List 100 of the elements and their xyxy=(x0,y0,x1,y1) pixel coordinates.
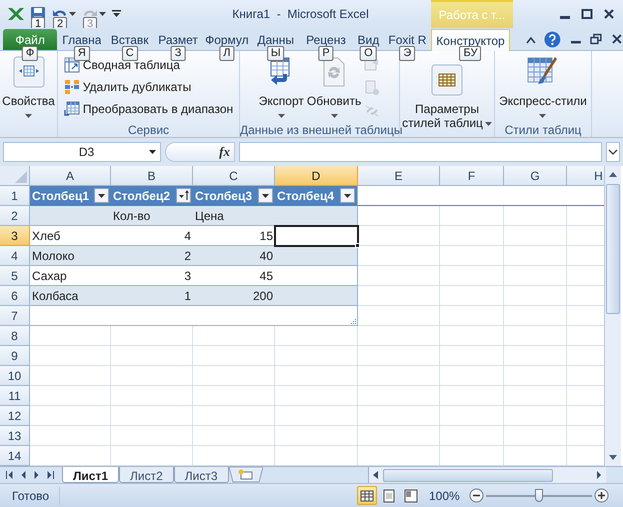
row-header[interactable]: 8 xyxy=(0,326,30,346)
keytip-tooltip: Э xyxy=(399,46,416,61)
column-header[interactable]: C xyxy=(193,166,275,186)
row-header[interactable]: 6 xyxy=(0,286,30,306)
row-header[interactable]: 4 xyxy=(0,246,30,266)
table-cell[interactable] xyxy=(275,306,358,326)
row-header[interactable]: 11 xyxy=(0,386,30,406)
pivot-table-icon xyxy=(64,56,80,72)
select-all-icon[interactable] xyxy=(15,171,27,183)
zoom-slider[interactable] xyxy=(486,488,592,502)
zoom-in-icon[interactable] xyxy=(594,488,609,503)
table-cell[interactable]: 2 xyxy=(111,246,193,266)
zoom-out-icon[interactable] xyxy=(469,488,484,503)
column-header[interactable]: A xyxy=(30,166,111,186)
sheet-tab[interactable]: Лист1 xyxy=(62,466,120,482)
row-header[interactable]: 12 xyxy=(0,406,30,426)
caret-icon xyxy=(149,150,156,154)
row-header[interactable]: 14 xyxy=(0,446,30,466)
table-cell[interactable]: Столбец1 xyxy=(30,186,111,206)
column-header[interactable]: B xyxy=(111,166,193,186)
contextual-tab-header: Работа с т... xyxy=(431,0,513,28)
table-cell[interactable] xyxy=(275,226,358,246)
close-icon[interactable] xyxy=(611,33,623,45)
window-title: Книга1 - Microsoft Excel xyxy=(231,6,370,23)
keytip-tooltip: Р xyxy=(318,46,334,61)
table-cell[interactable]: Цена xyxy=(193,206,275,226)
group-label: Стили таблиц xyxy=(504,122,582,137)
filter-button[interactable] xyxy=(94,188,109,203)
table-cell[interactable]: 1 xyxy=(111,286,193,306)
keytip-tooltip: З xyxy=(170,46,186,61)
excel-logo-icon xyxy=(6,6,24,22)
insert-sheet-icon[interactable] xyxy=(228,467,263,483)
customize-toolbar-icon[interactable] xyxy=(112,10,121,18)
sort-filter-button[interactable] xyxy=(176,188,191,203)
insert-function-button[interactable]: fx xyxy=(219,142,230,162)
table-cell[interactable] xyxy=(275,206,358,226)
row-header[interactable]: 13 xyxy=(0,426,30,446)
table-cell[interactable]: 200 xyxy=(193,286,275,306)
row-header[interactable]: 9 xyxy=(0,346,30,366)
row-header[interactable]: 1 xyxy=(0,186,30,206)
sheet-tab[interactable]: Лист3 xyxy=(174,466,229,482)
caret-icon xyxy=(99,12,106,16)
caret-icon xyxy=(25,114,32,118)
table-cell[interactable]: 15 xyxy=(193,226,275,246)
caret-icon xyxy=(278,114,285,118)
table-cell[interactable]: Колбаса xyxy=(30,286,111,306)
zoom-slider-thumb[interactable] xyxy=(535,488,543,502)
ribbon-button[interactable]: Преобразовать в диапазон xyxy=(64,100,234,117)
scroll-thumb[interactable] xyxy=(383,468,553,482)
keytip-tooltip: Ф xyxy=(22,46,38,61)
restore-icon[interactable] xyxy=(590,33,602,45)
remove-duplicates-icon xyxy=(64,78,80,94)
filter-button[interactable] xyxy=(258,188,273,203)
caret-icon xyxy=(69,12,76,16)
name-box[interactable]: D3 xyxy=(3,142,161,162)
filter-button[interactable] xyxy=(340,188,355,203)
keytip-tooltip: О xyxy=(360,46,377,61)
caret-icon xyxy=(484,122,492,126)
keytip-tooltip: Л xyxy=(219,46,234,61)
column-header[interactable]: D xyxy=(275,166,358,186)
keytip-tooltip: Ы xyxy=(266,46,285,61)
row-header[interactable]: 2 xyxy=(0,206,30,226)
properties-icon xyxy=(12,56,44,88)
table-cell[interactable]: Кол-во xyxy=(111,206,193,226)
row-header[interactable]: 5 xyxy=(0,266,30,286)
close-icon[interactable] xyxy=(603,8,615,20)
column-header[interactable]: E xyxy=(358,166,440,186)
status-text: Готово xyxy=(0,486,60,504)
ribbon-button[interactable]: Экспресс-стили xyxy=(499,54,587,118)
table-cell[interactable]: Столбец2 xyxy=(111,186,193,206)
keytip-tooltip: БУ xyxy=(460,46,482,61)
table-cell[interactable] xyxy=(275,246,358,266)
table-cell[interactable] xyxy=(30,206,111,226)
column-header[interactable]: G xyxy=(504,166,567,186)
row-header[interactable]: 3 xyxy=(0,226,30,246)
row-header[interactable]: 7 xyxy=(0,306,30,326)
fill-handle[interactable] xyxy=(355,243,360,248)
ribbon-button[interactable]: Удалить дубликаты xyxy=(64,78,234,95)
table-cell[interactable]: Столбец4 xyxy=(275,186,358,206)
keytip-tooltip: Я xyxy=(74,46,90,61)
ribbon-button[interactable]: Параметры стилей таблиц xyxy=(401,62,493,130)
table-cell[interactable]: Молоко xyxy=(30,246,111,266)
expand-formula-bar-icon[interactable] xyxy=(606,142,620,162)
table-cell[interactable] xyxy=(275,286,358,306)
sheet-tab[interactable]: Лист2 xyxy=(119,466,174,482)
maximize-icon[interactable] xyxy=(581,8,593,20)
scroll-thumb[interactable] xyxy=(606,184,620,314)
table-cell[interactable]: 40 xyxy=(193,246,275,266)
help-icon[interactable] xyxy=(544,31,561,48)
row-header[interactable]: 10 xyxy=(0,366,30,386)
column-header[interactable]: H xyxy=(567,166,604,186)
table-cell[interactable]: Столбец3 xyxy=(193,186,275,206)
convert-to-range-icon xyxy=(64,100,80,116)
group-label: Сервис xyxy=(126,122,170,137)
normal-view-button[interactable] xyxy=(357,486,377,505)
collapse-ribbon-icon[interactable] xyxy=(526,36,536,44)
column-header[interactable]: F xyxy=(440,166,504,186)
zoom-level[interactable]: 100% xyxy=(429,486,469,504)
table-cell[interactable] xyxy=(275,266,358,286)
formula-input[interactable] xyxy=(239,142,602,162)
